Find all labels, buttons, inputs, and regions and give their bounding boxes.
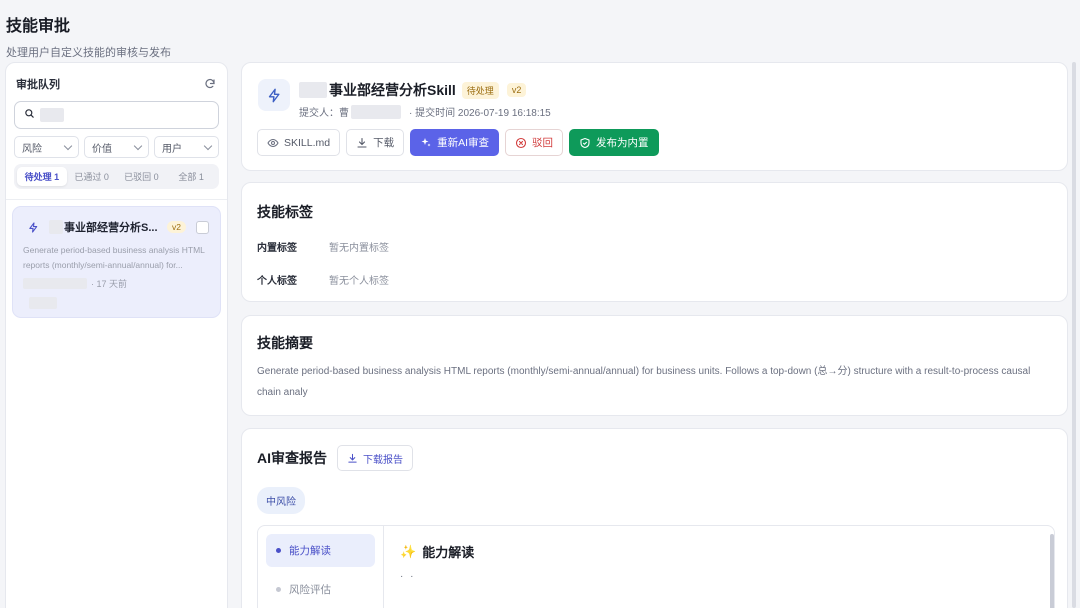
chevron-down-icon (133, 141, 143, 150)
ai-report-body: 能力解读 风险评估 ✨ 能力解读 · · (257, 525, 1055, 608)
status-badge: 待处理 (461, 81, 499, 99)
download-icon (348, 453, 357, 463)
queue-search-box[interactable] (14, 101, 219, 129)
redacted-search-text (40, 108, 64, 122)
queue-search-input[interactable] (68, 109, 218, 121)
builtin-tags-label: 内置标签 (257, 243, 297, 254)
tab-rejected[interactable]: 已驳回 0 (117, 167, 167, 186)
download-button[interactable]: 下载 (346, 129, 405, 156)
builtin-tags-value: 暂无内置标签 (329, 243, 389, 254)
queue-title: 审批队列 (16, 79, 60, 91)
summary-text: Generate period-based business analysis … (257, 366, 1031, 398)
search-icon (24, 106, 35, 124)
redacted-name-prefix (49, 220, 63, 234)
version-badge: v2 (167, 221, 186, 233)
shield-check-icon (580, 137, 590, 148)
sparkle-icon: ✨ (400, 543, 417, 559)
content-scrollbar[interactable] (1050, 534, 1054, 608)
queue-list-item[interactable]: 事业部经营分析S... v2 Generate period-based bus… (12, 206, 221, 318)
refresh-icon[interactable] (203, 77, 217, 91)
page-header: 技能审批 处理用户自定义技能的审核与发布 (6, 12, 171, 60)
user-filter-select[interactable]: 用户 (154, 136, 219, 158)
page-subtitle: 处理用户自定义技能的审核与发布 (6, 47, 171, 59)
ai-report-content: ✨ 能力解读 · · (400, 542, 475, 583)
publish-builtin-button[interactable]: 发布为内置 (569, 129, 659, 156)
skill-summary-card: 技能摘要 Generate period-based business anal… (241, 315, 1068, 416)
approval-queue-panel: 审批队列 风险 价值 用户 待处理 1 已通过 0 已驳回 0 全部 1 事业部… (5, 62, 228, 608)
status-tabs: 待处理 1 已通过 0 已驳回 0 全部 1 (14, 164, 219, 189)
skill-tags-card: 技能标签 内置标签 暂无内置标签 个人标签 暂无个人标签 (241, 182, 1068, 302)
ai-report-title: AI审查报告 (257, 450, 327, 466)
page-scrollbar[interactable] (1072, 62, 1076, 608)
risk-level-badge: 中风险 (257, 487, 305, 514)
version-badge: v2 (506, 83, 527, 97)
bullet-dot (276, 587, 281, 592)
personal-tags-label: 个人标签 (257, 276, 297, 287)
ai-report-card: AI审查报告 下载报告 中风险 能力解读 风险评估 ✨ 能力解读 · · (241, 428, 1068, 608)
value-filter-select[interactable]: 价值 (84, 136, 149, 158)
chevron-down-icon (63, 141, 73, 150)
select-checkbox[interactable] (195, 220, 209, 234)
redacted-title-prefix (299, 82, 327, 98)
skill-title: 事业部经营分析Skill (299, 80, 456, 100)
close-circle-icon (515, 137, 527, 148)
nav-capability-interpretation[interactable]: 能力解读 (266, 534, 375, 567)
reject-button[interactable]: 驳回 (505, 129, 564, 156)
eye-icon (267, 138, 279, 147)
queue-divider (6, 199, 227, 200)
summary-title: 技能摘要 (257, 335, 313, 351)
submit-info: 提交人：曹 · 提交时间 2026-07-19 16:18:15 (299, 104, 551, 119)
content-placeholder: · · (400, 571, 416, 582)
queue-item-age: · 17 天前 (91, 279, 128, 289)
download-report-button[interactable]: 下载报告 (337, 445, 413, 471)
lightning-icon (258, 79, 290, 111)
queue-item-name: 事业部经营分析S... (49, 219, 161, 235)
content-title: 能力解读 (422, 545, 475, 560)
tags-title: 技能标签 (257, 204, 313, 220)
tab-approved[interactable]: 已通过 0 (67, 167, 117, 186)
risk-filter-select[interactable]: 风险 (14, 136, 79, 158)
nav-risk-assessment[interactable]: 风险评估 (266, 573, 375, 606)
view-skill-md-button[interactable]: SKILL.md (257, 129, 341, 156)
queue-item-description: Generate period-based business analysis … (23, 245, 205, 270)
page-title: 技能审批 (6, 18, 71, 35)
bullet-dot (276, 548, 281, 553)
redacted-submitter-name (351, 104, 401, 119)
personal-tags-value: 暂无个人标签 (329, 276, 389, 287)
sparkle-icon (421, 137, 431, 146)
tab-all[interactable]: 全部 1 (166, 167, 216, 186)
skill-header-card: 事业部经营分析Skill 待处理 v2 提交人：曹 · 提交时间 2026-07… (241, 62, 1068, 171)
lightning-icon (23, 217, 43, 237)
rerun-ai-review-button[interactable]: 重新AI审查 (410, 129, 500, 156)
ai-report-nav: 能力解读 风险评估 (258, 526, 384, 608)
chevron-down-icon (203, 141, 213, 150)
tab-pending[interactable]: 待处理 1 (17, 167, 67, 186)
download-icon (357, 137, 367, 148)
redacted-submitter (23, 278, 87, 289)
redacted-tag (29, 297, 57, 309)
